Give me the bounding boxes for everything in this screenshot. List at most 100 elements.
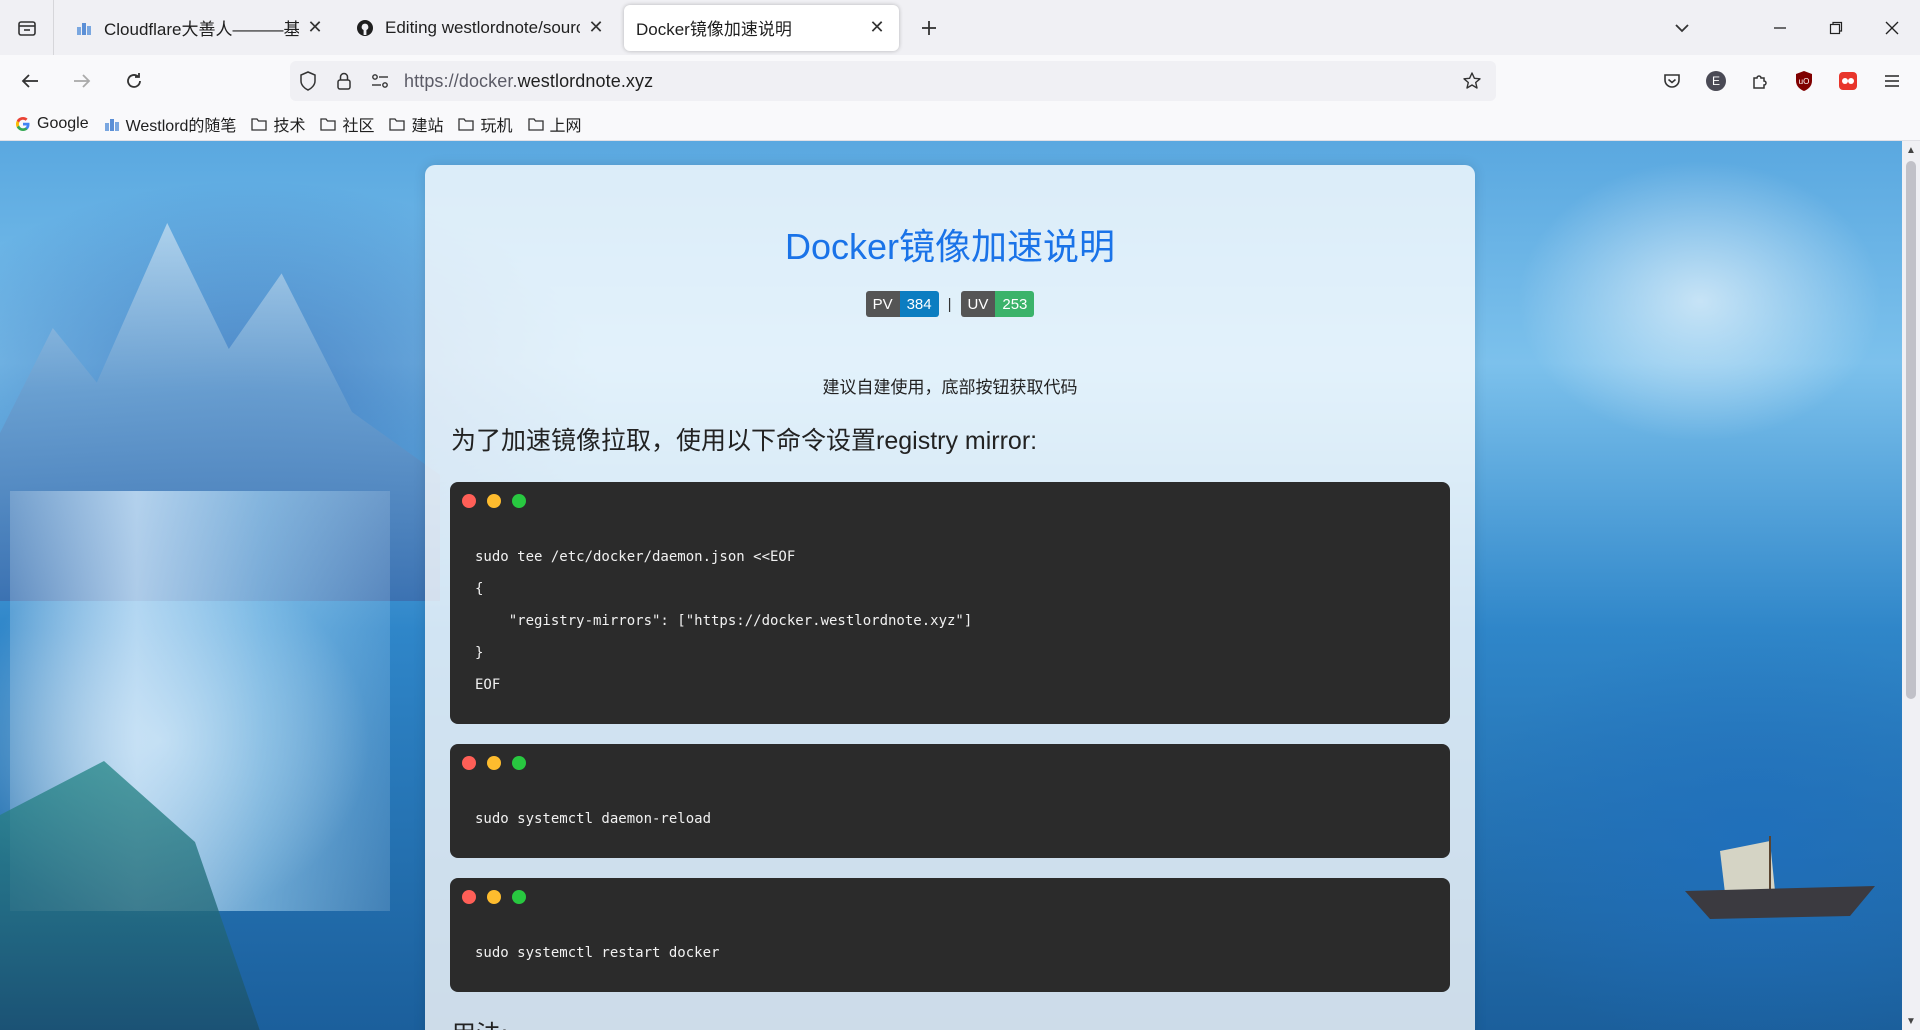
- bookmark-folder-community[interactable]: 社区: [319, 110, 374, 138]
- bookmark-folder-site-building[interactable]: 建站: [388, 110, 443, 138]
- uv-label: UV: [960, 291, 996, 317]
- minimize-button[interactable]: [1752, 0, 1808, 55]
- list-all-tabs-button[interactable]: [0, 0, 54, 55]
- tab-github-editing[interactable]: Editing westlordnote/source ✕: [343, 5, 618, 51]
- chevron-down-icon: [1675, 23, 1689, 32]
- scroll-up-icon[interactable]: ▲: [1902, 141, 1920, 159]
- bookmark-label: Google: [37, 114, 89, 132]
- window-dots: [462, 890, 537, 904]
- tracking-protection-shield-icon[interactable]: [290, 61, 326, 101]
- lock-icon[interactable]: [326, 61, 362, 101]
- scroll-down-icon[interactable]: ▼: [1902, 1012, 1920, 1030]
- tab-list-icon: [17, 20, 36, 36]
- window-controls: [1752, 0, 1920, 55]
- red-extension-button[interactable]: [1826, 59, 1870, 103]
- site-icon: [103, 115, 121, 133]
- window-dots: [462, 494, 537, 508]
- bookmark-folder-tech[interactable]: 技术: [250, 110, 305, 138]
- toolbar-extensions: E uO: [1650, 55, 1920, 107]
- puzzle-icon: [1753, 75, 1767, 89]
- ublock-shield-icon: uO: [1796, 71, 1812, 91]
- minimize-icon: [1774, 26, 1786, 29]
- address-bar[interactable]: https://docker.westlordnote.xyz: [290, 61, 1496, 101]
- url-host: westlordnote.xyz: [517, 70, 654, 91]
- arrow-left-icon: [21, 74, 38, 88]
- code-line: sudo tee /etc/docker/daemon.json <<EOF: [475, 549, 796, 565]
- svg-text:uO: uO: [1799, 77, 1810, 86]
- green-dot-icon: [512, 494, 526, 508]
- bookmark-label: 上网: [549, 117, 582, 135]
- code-line: }: [475, 645, 484, 661]
- bookmark-google[interactable]: Google: [14, 110, 89, 138]
- plus-icon: [922, 20, 936, 35]
- account-badge-icon: E: [1706, 71, 1726, 91]
- yellow-dot-icon: [487, 890, 501, 904]
- bookmarks-toolbar: Google Westlord的随笔 技术 社区 建站 玩机 上网: [0, 107, 1920, 141]
- pocket-icon: [1664, 74, 1680, 88]
- site-icon: [74, 18, 94, 38]
- code-line: sudo systemctl restart docker: [475, 945, 720, 961]
- new-tab-button[interactable]: [909, 8, 949, 48]
- github-icon: [355, 18, 375, 38]
- back-button[interactable]: [8, 59, 52, 103]
- yellow-dot-icon: [487, 756, 501, 770]
- star-icon: [1463, 72, 1481, 89]
- pv-value: 384: [899, 291, 939, 317]
- reload-icon: [127, 73, 141, 88]
- tab-title: Editing westlordnote/source: [385, 17, 580, 37]
- green-dot-icon: [512, 890, 526, 904]
- code-line: "registry-mirrors": ["https://docker.wes…: [475, 613, 973, 629]
- folder-icon: [527, 115, 545, 133]
- tab-docker-active[interactable]: Docker镜像加速说明 ✕: [624, 4, 899, 51]
- code-block-daemon-reload[interactable]: sudo systemctl daemon-reload: [450, 744, 1450, 858]
- close-tab-icon[interactable]: ✕: [305, 17, 325, 38]
- close-window-button[interactable]: [1864, 0, 1920, 55]
- vertical-scrollbar[interactable]: ▲ ▼: [1902, 141, 1920, 1030]
- restore-icon: [1829, 21, 1843, 34]
- bookmark-label: 技术: [273, 117, 306, 135]
- close-tab-icon[interactable]: ✕: [586, 17, 606, 38]
- pocket-button[interactable]: [1650, 59, 1694, 103]
- forward-button[interactable]: [60, 59, 104, 103]
- hamburger-menu-icon: [1885, 75, 1899, 87]
- close-tab-icon[interactable]: ✕: [867, 17, 887, 38]
- bookmark-label: 玩机: [480, 117, 513, 135]
- code-line: sudo systemctl daemon-reload: [475, 811, 712, 827]
- bookmark-label: 社区: [342, 117, 375, 135]
- tab-strip: Cloudflare大善人———基于C ✕ Editing westlordno…: [0, 0, 1920, 55]
- tab-title: Docker镜像加速说明: [636, 20, 792, 39]
- uv-value: 253: [995, 291, 1035, 317]
- code-block-restart-docker[interactable]: sudo systemctl restart docker: [450, 878, 1450, 992]
- url-subdomain: docker.: [458, 70, 518, 91]
- code-line: EOF: [475, 677, 501, 693]
- green-dot-icon: [512, 756, 526, 770]
- mirror-setup-heading: 为了加速镜像拉取，使用以下命令设置registry mirror:: [451, 427, 1038, 455]
- close-icon: [1885, 21, 1899, 34]
- usage-heading: 用法:: [451, 1015, 508, 1030]
- folder-icon: [457, 115, 475, 133]
- yellow-dot-icon: [487, 494, 501, 508]
- account-extension-button[interactable]: E: [1694, 59, 1738, 103]
- reload-button[interactable]: [112, 59, 156, 103]
- bookmark-westlord[interactable]: Westlord的随笔: [103, 110, 236, 138]
- background-boat-image: [1685, 836, 1875, 919]
- ublock-button[interactable]: uO: [1782, 59, 1826, 103]
- bookmark-star-button[interactable]: [1454, 61, 1490, 101]
- account-badge-letter: E: [1711, 74, 1720, 88]
- permissions-icon[interactable]: [362, 61, 398, 101]
- bookmark-folder-internet[interactable]: 上网: [527, 110, 582, 138]
- folder-icon: [388, 115, 406, 133]
- bookmark-folder-gadgets[interactable]: 玩机: [457, 110, 513, 138]
- page-viewport: Docker镜像加速说明 PV 384 | UV 253 建议自建使用，底部按钮…: [0, 141, 1920, 1030]
- tab-overflow-button[interactable]: [1662, 0, 1702, 55]
- code-block-daemon-json[interactable]: sudo tee /etc/docker/daemon.json <<EOF {…: [450, 482, 1450, 724]
- tab-cloudflare[interactable]: Cloudflare大善人———基于C ✕: [62, 5, 337, 51]
- restore-button[interactable]: [1808, 0, 1864, 55]
- app-menu-button[interactable]: [1870, 59, 1914, 103]
- extensions-button[interactable]: [1738, 59, 1782, 103]
- url-text[interactable]: https://docker.westlordnote.xyz: [404, 71, 653, 92]
- visit-stats: PV 384 | UV 253: [425, 291, 1475, 317]
- scrollbar-thumb[interactable]: [1906, 161, 1916, 699]
- folder-icon: [250, 115, 268, 133]
- arrow-right-icon: [74, 74, 91, 88]
